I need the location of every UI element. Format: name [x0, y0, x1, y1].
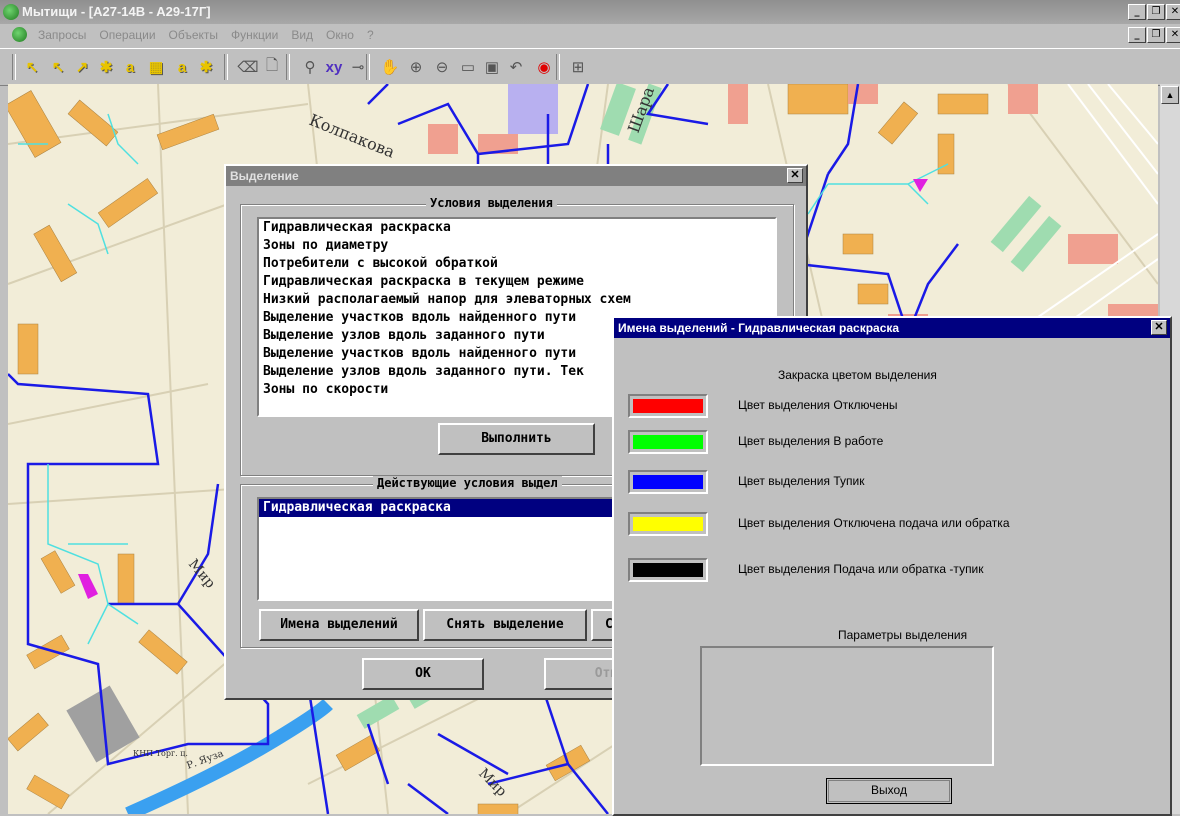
- color-entry-label: Цвет выделения Отключены: [738, 398, 898, 412]
- restore-icon[interactable]: ❐: [1147, 4, 1165, 20]
- pan-hand-icon[interactable]: ✋: [378, 55, 402, 79]
- eraser-icon[interactable]: ⌫: [236, 55, 260, 79]
- undo-icon[interactable]: ↶: [504, 55, 528, 79]
- app-globe-icon[interactable]: [3, 4, 19, 20]
- color-swatch-fill: [633, 399, 703, 413]
- condition-item[interactable]: Зоны по диаметру: [259, 237, 775, 255]
- names-dialog-titlebar[interactable]: Имена выделений - Гидравлическая раскрас…: [614, 318, 1170, 338]
- scroll-up-arrow-icon[interactable]: ▲: [1161, 86, 1179, 104]
- binoculars-icon[interactable]: ⚲: [298, 55, 322, 79]
- color-swatch[interactable]: [628, 470, 708, 494]
- exit-button[interactable]: Выход: [826, 778, 952, 804]
- select-edge-icon[interactable]: ↗: [70, 55, 94, 79]
- close-icon[interactable]: ✕: [1166, 4, 1180, 20]
- color-entry-label: Цвет выделения Подача или обратка -тупик: [738, 562, 984, 576]
- selection-names-dialog: Имена выделений - Гидравлическая раскрас…: [612, 316, 1172, 816]
- minimize-icon[interactable]: _: [1128, 4, 1146, 20]
- target-icon[interactable]: ◉: [532, 55, 556, 79]
- document-controls: _ ❐ ✕: [1128, 27, 1180, 43]
- color-entry-label: Цвет выделения Тупик: [738, 474, 865, 488]
- toolbar: ↖ ↖ ↗ ✱ a ▦ a ✱ ⌫ 🗋 ⚲ xy ⊸ ✋ ⊕ ⊖ ▭ ▣ ↶ ◉ ⊞: [0, 48, 1180, 86]
- street-label: Колпакова: [307, 110, 399, 162]
- menu-item[interactable]: Вид: [291, 28, 313, 42]
- select-star-icon[interactable]: ✱: [94, 55, 118, 79]
- selection-dialog-titlebar[interactable]: Выделение ✕: [226, 166, 806, 186]
- toolbar-separator: [12, 54, 16, 80]
- toolbar-separator: [224, 54, 228, 80]
- window-title: Мытищи - [A27-14B - A29-17Г]: [22, 4, 211, 19]
- select-text-icon[interactable]: a: [118, 55, 142, 79]
- selection-names-button[interactable]: Имена выделений: [259, 609, 419, 641]
- names-dialog-title: Имена выделений - Гидравлическая раскрас…: [618, 321, 900, 335]
- menu-item[interactable]: Запросы: [38, 28, 86, 42]
- select-label-icon[interactable]: a: [170, 55, 194, 79]
- layers-icon[interactable]: ⊞: [566, 55, 590, 79]
- color-swatch-fill: [633, 517, 703, 531]
- title-bar: Мытищи - [A27-14B - A29-17Г] _ ❐ ✕: [0, 0, 1180, 24]
- menu-item[interactable]: Операции: [99, 28, 155, 42]
- fill-color-label: Закраска цветом выделения: [778, 368, 937, 382]
- select-node-icon[interactable]: ↖: [20, 55, 44, 79]
- color-swatch[interactable]: [628, 512, 708, 536]
- names-dialog-close-icon[interactable]: ✕: [1151, 320, 1167, 335]
- condition-item[interactable]: Гидравлическая раскраска в текущем режим…: [259, 273, 775, 291]
- color-entry-label: Цвет выделения Отключена подача или обра…: [738, 516, 1010, 530]
- menu-item[interactable]: ?: [367, 28, 374, 42]
- color-swatch-fill: [633, 435, 703, 449]
- conditions-group-label: Условия выделения: [426, 196, 557, 210]
- zoom-in-icon[interactable]: ⊕: [404, 55, 428, 79]
- params-label: Параметры выделения: [838, 628, 968, 642]
- menu-item[interactable]: Окно: [326, 28, 354, 42]
- zoom-out-icon[interactable]: ⊖: [430, 55, 454, 79]
- zoom-extent-icon[interactable]: ▣: [480, 55, 504, 79]
- doc-restore-icon[interactable]: ❐: [1147, 27, 1165, 43]
- toolbar-separator: [286, 54, 290, 80]
- new-doc-icon[interactable]: 🗋: [260, 55, 284, 79]
- execute-button[interactable]: Выполнить: [438, 423, 595, 455]
- ok-button[interactable]: OK: [362, 658, 484, 690]
- window-controls: _ ❐ ✕: [1128, 4, 1180, 20]
- selection-dialog-close-icon[interactable]: ✕: [787, 168, 803, 183]
- color-swatch-fill: [633, 475, 703, 489]
- select-nodes-icon[interactable]: ↖: [46, 55, 70, 79]
- color-swatch-fill: [633, 563, 703, 577]
- menu-item[interactable]: Объекты: [169, 28, 219, 42]
- clear-selection-button[interactable]: Снять выделение: [423, 609, 587, 641]
- toolbar-separator: [556, 54, 560, 80]
- document-globe-icon[interactable]: [12, 27, 27, 42]
- doc-close-icon[interactable]: ✕: [1166, 27, 1180, 43]
- params-box: [700, 646, 994, 766]
- color-swatch[interactable]: [628, 430, 708, 454]
- zoom-window-icon[interactable]: ▭: [456, 55, 480, 79]
- select-rect-icon[interactable]: ▦: [144, 55, 168, 79]
- xy-icon[interactable]: xy: [322, 55, 346, 79]
- color-entry-label: Цвет выделения В работе: [738, 434, 884, 448]
- building-label: КНП Торг. ц.: [133, 749, 188, 758]
- select-multi-icon[interactable]: ✱: [194, 55, 218, 79]
- color-swatch[interactable]: [628, 558, 708, 582]
- condition-item[interactable]: Низкий располагаемый напор для элеваторн…: [259, 291, 775, 309]
- menu-items: Запросы Операции Объекты Функции Вид Окно?: [38, 28, 374, 42]
- active-conditions-label: Действующие условия выдел: [373, 476, 562, 490]
- condition-item[interactable]: Потребители с высокой обраткой: [259, 255, 775, 273]
- doc-minimize-icon[interactable]: _: [1128, 27, 1146, 43]
- measure-icon[interactable]: ⊸: [346, 55, 370, 79]
- condition-item[interactable]: Гидравлическая раскраска: [259, 219, 775, 237]
- color-swatch[interactable]: [628, 394, 708, 418]
- selection-dialog-title: Выделение: [230, 169, 299, 183]
- menu-bar: Запросы Операции Объекты Функции Вид Окно? _ …: [0, 24, 1180, 46]
- menu-item[interactable]: Функции: [231, 28, 278, 42]
